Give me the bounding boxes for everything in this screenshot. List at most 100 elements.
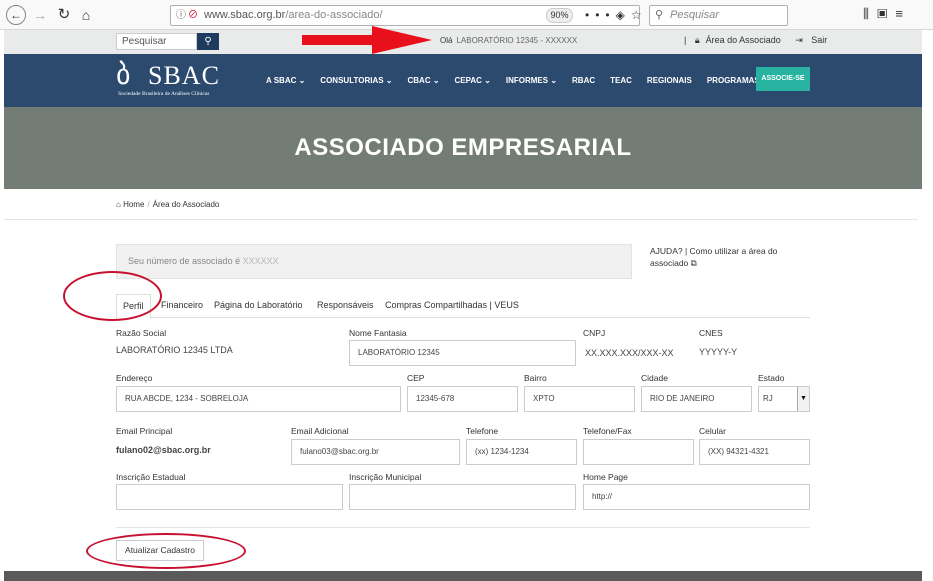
url-text: www.sbac.org.br/area-do-associado/ [204,9,383,21]
logout-link[interactable]: ⇥ Sair [795,35,833,45]
forward-arrow-icon[interactable]: → [30,5,50,25]
member-area-link[interactable]: 🔒︎ Área do Associado [695,35,787,45]
browser-search-input[interactable]: ⚲ Pesquisar [649,5,788,26]
divider [4,219,918,220]
endereco-label: Endereço [116,373,153,383]
pocket-icon[interactable]: ◈ [616,8,631,22]
breadcrumb-current: Área do Associado [152,200,220,209]
external-link-icon: ⧉ [688,258,697,268]
insecure-lock-icon: ⊘ [188,10,200,21]
menu-item-teac[interactable]: TEAC [610,76,632,85]
member-number-box: Seu número de associado é XXXXXX [116,244,632,279]
cnes-value: YYYYY-Y [699,347,738,357]
sidebar-icon[interactable]: ▣ [877,6,895,21]
cnpj-label: CNPJ [583,328,606,338]
razao-social-value: LABORATÓRIO 12345 LTDA [116,345,233,355]
email-adicional-label: Email Adicional [291,426,349,436]
page-actions-icon[interactable]: •••◈☆ [585,6,648,25]
razao-social-label: Razão Social [116,328,167,338]
page-banner: ASSOCIADO EMPRESARIAL [4,107,922,189]
bairro-label: Bairro [524,373,547,383]
library-icon[interactable]: ⫼ [863,6,877,21]
user-name: LABORATÓRIO 12345 - XXXXXX [456,36,578,45]
menu-item-rbac[interactable]: RBAC [572,76,595,85]
divider: | [684,35,687,45]
footer-strip [4,571,922,581]
menu-item-cepac[interactable]: CEPAC ⌄ [455,76,491,85]
menu-item-regionais[interactable]: REGIONAIS [647,76,692,85]
help-link[interactable]: AJUDA? | Como utilizar a área do associa… [650,245,800,269]
cep-input[interactable]: 12345-678 [407,386,518,412]
menu-icon[interactable]: ≡ [895,6,911,21]
bairro-input[interactable]: XPTO [524,386,635,412]
zoom-level[interactable]: 90% [546,8,573,23]
site-search: Pesquisar ⚲ [116,33,220,50]
nome-fantasia-input[interactable]: LABORATÓRIO 12345 [349,340,576,366]
site-search-button[interactable]: ⚲ [197,33,219,50]
tab-pagina-laboratorio[interactable]: Página do Laboratório [214,294,303,318]
cidade-label: Cidade [641,373,668,383]
member-number: XXXXXX [242,256,279,266]
inscricao-municipal-input[interactable] [349,484,576,510]
annotation-ellipse-button [86,533,246,569]
search-icon: ⚲ [204,36,212,47]
address-bar[interactable]: ⓘ⊘ www.sbac.org.br/area-do-associado/ 90… [170,5,642,26]
toolbar-right-icons: ⫼▣≡ [863,6,911,22]
page-title: ASSOCIADO EMPRESARIAL [294,134,632,161]
home-page-input[interactable]: http:// [583,484,810,510]
telefone-label: Telefone [466,426,499,436]
menu-item-informes[interactable]: INFORMES ⌄ [506,76,557,85]
menu-item-a-sbac[interactable]: A SBAC ⌄ [266,76,305,85]
inscricao-estadual-input[interactable] [116,484,343,510]
menu-item-cbac[interactable]: CBAC ⌄ [407,76,439,85]
home-icon: ⌂ [116,200,121,209]
breadcrumb-separator: / [147,200,150,209]
inscricao-estadual-label: Inscrição Estadual [116,472,186,482]
browser-toolbar: ← → ↻ ⌂ ⓘ⊘ www.sbac.org.br/area-do-assoc… [0,0,933,30]
divider [116,527,810,528]
breadcrumb-home[interactable]: Home [123,200,144,209]
tab-compras-compartilhadas[interactable]: Compras Compartilhadas | VEUS [385,294,519,318]
telefone-fax-label: Telefone/Fax [583,426,632,436]
breadcrumb: ⌂ Home / Área do Associado [116,200,219,209]
back-arrow-icon[interactable]: ← [6,5,26,25]
tab-responsaveis[interactable]: Responsáveis [317,294,374,318]
dropdown-arrow-icon[interactable]: ▼ [797,387,809,411]
cnes-label: CNES [699,328,723,338]
cep-label: CEP [407,373,425,383]
cidade-input[interactable]: RIO DE JANEIRO [641,386,752,412]
celular-input[interactable]: (XX) 94321-4321 [699,439,810,465]
profile-tabs: Perfil Financeiro Página do Laboratório … [116,294,810,319]
annotation-ellipse-tab [63,271,162,321]
email-principal-label: Email Principal [116,426,173,436]
endereco-input[interactable]: RUA ABCDE, 1234 - SOBRELOJA [116,386,401,412]
inscricao-municipal-label: Inscrição Municipal [349,472,422,482]
user-greeting: Olá LABORATÓRIO 12345 - XXXXXX [440,36,578,45]
cnpj-value: XX.XXX.XXX/XXX-XX [585,348,674,358]
site-info-icon[interactable]: ⓘ⊘ [176,6,200,25]
telefone-input[interactable]: (xx) 1234-1234 [466,439,577,465]
annotation-arrow [302,26,432,54]
utility-bar: Pesquisar ⚲ Olá LABORATÓRIO 12345 - XXXXX… [4,30,922,54]
logo-mark-icon: ბ [116,60,131,91]
reload-icon[interactable]: ↻ [54,5,74,25]
nome-fantasia-label: Nome Fantasia [349,328,407,338]
account-links: | 🔒︎ Área do Associado ⇥ Sair [684,35,839,46]
site-search-input[interactable]: Pesquisar [116,33,197,50]
home-page-label: Home Page [583,472,628,482]
telefone-fax-input[interactable] [583,439,694,465]
lock-icon: 🔒︎ [694,35,700,45]
estado-label: Estado [758,373,785,383]
menu: A SBAC ⌄ CONSULTORIAS ⌄ CBAC ⌄ CEPAC ⌄ I… [266,54,784,107]
email-adicional-input[interactable]: fulano03@sbac.org.br [291,439,460,465]
search-icon: ⚲ [655,9,664,21]
estado-select[interactable]: RJ ▼ [758,386,810,412]
tab-financeiro[interactable]: Financeiro [161,294,203,318]
join-button[interactable]: ASSOCIE-SE [756,67,810,91]
main-navigation: ბ SBAC Sociedade Brasileira de Análises … [4,54,922,107]
celular-label: Celular [699,426,726,436]
menu-item-consultorias[interactable]: CONSULTORIAS ⌄ [320,76,392,85]
home-icon[interactable]: ⌂ [76,5,96,25]
bookmark-star-icon[interactable]: ☆ [631,8,648,22]
email-principal-value: fulano02@sbac.org.br [116,445,211,455]
